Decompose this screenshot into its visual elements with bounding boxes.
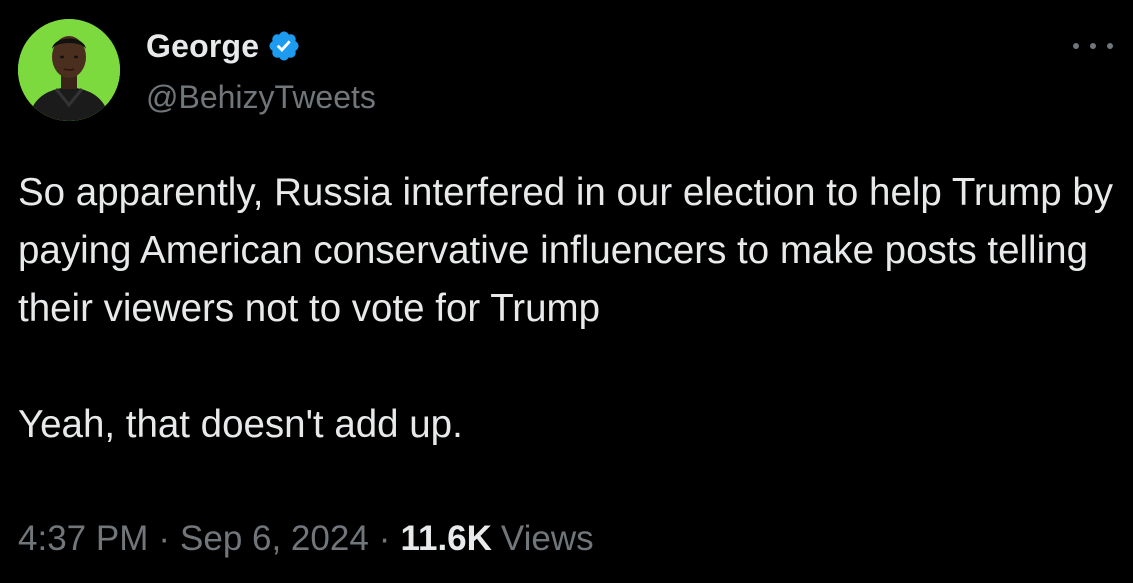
tweet-date[interactable]: Sep 6, 2024 xyxy=(180,519,369,559)
tweet-paragraph: Yeah, that doesn't add up. xyxy=(18,403,463,446)
more-horizontal-icon xyxy=(1073,43,1079,49)
more-horizontal-icon-dot xyxy=(1107,43,1113,49)
tweet-card: George @BehizyTweets So apparently, Russ… xyxy=(0,0,1133,583)
tweet-meta: 4:37 PM · Sep 6, 2024 · 11.6K Views xyxy=(18,519,594,559)
more-options-button[interactable] xyxy=(1073,36,1113,56)
tweet-time[interactable]: 4:37 PM xyxy=(18,519,148,559)
more-horizontal-icon-dot xyxy=(1090,43,1096,49)
display-name[interactable]: George xyxy=(146,28,259,65)
tweet-paragraph: So apparently, Russia interfered in our … xyxy=(18,171,1113,330)
author-name-row: George xyxy=(146,26,301,66)
views-label: Views xyxy=(500,519,594,558)
views-count[interactable]: 11.6K xyxy=(400,519,491,559)
meta-separator: · xyxy=(378,519,391,558)
avatar-image xyxy=(18,19,120,121)
author-handle[interactable]: @BehizyTweets xyxy=(146,79,376,116)
avatar[interactable] xyxy=(18,19,120,121)
tweet-text: So apparently, Russia interfered in our … xyxy=(18,164,1118,454)
meta-separator: · xyxy=(158,519,171,558)
verified-badge-icon[interactable] xyxy=(267,29,301,63)
